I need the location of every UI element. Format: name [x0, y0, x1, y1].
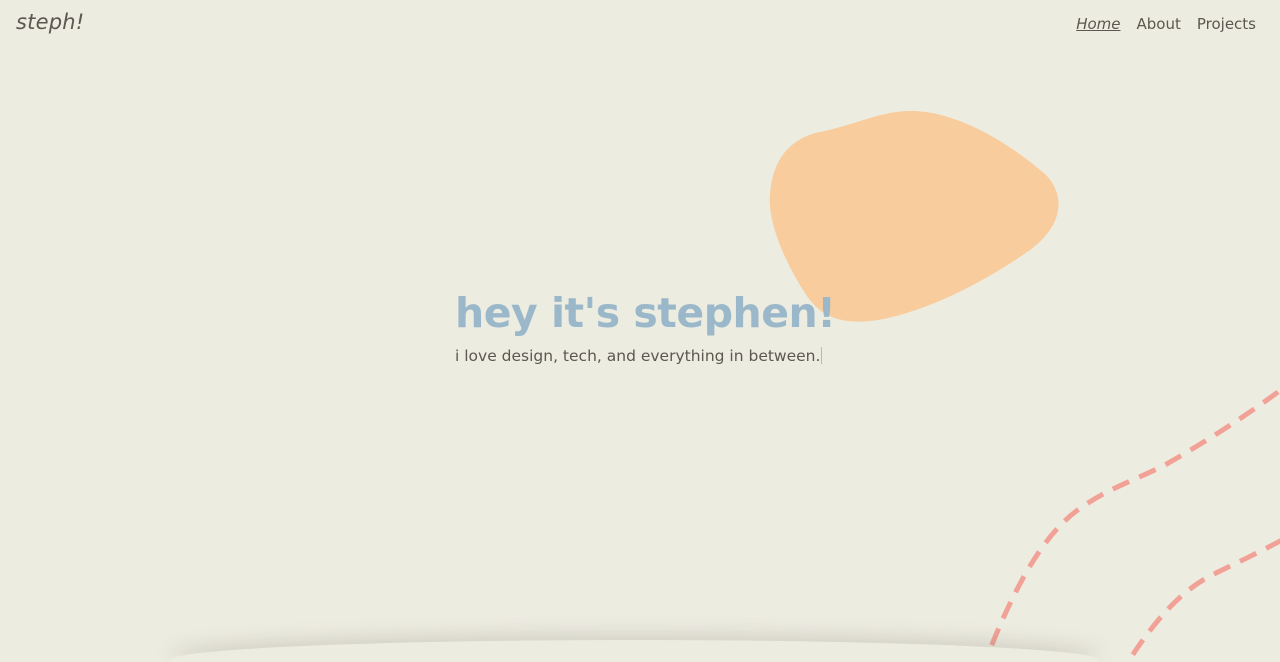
hero-section: hey it's stephen! i love design, tech, a… — [455, 285, 836, 365]
site-logo[interactable]: steph! — [16, 10, 84, 34]
page: steph! Home About Projects hey it's step… — [0, 0, 1280, 662]
nav-link-home[interactable]: Home — [1076, 15, 1120, 33]
hero-title: hey it's stephen! — [455, 289, 836, 337]
dashed-line-lower — [1125, 538, 1280, 662]
nav-link-projects[interactable]: Projects — [1197, 15, 1256, 33]
dashed-line-upper — [982, 389, 1280, 662]
decorative-dashed-lines — [982, 389, 1280, 662]
hero-subtitle-text: i love design, tech, and everything in b… — [455, 347, 821, 365]
hero-subtitle: i love design, tech, and everything in b… — [455, 347, 835, 365]
typing-caret — [821, 347, 823, 364]
main-nav: Home About Projects — [1076, 15, 1256, 33]
nav-link-about[interactable]: About — [1137, 15, 1181, 33]
